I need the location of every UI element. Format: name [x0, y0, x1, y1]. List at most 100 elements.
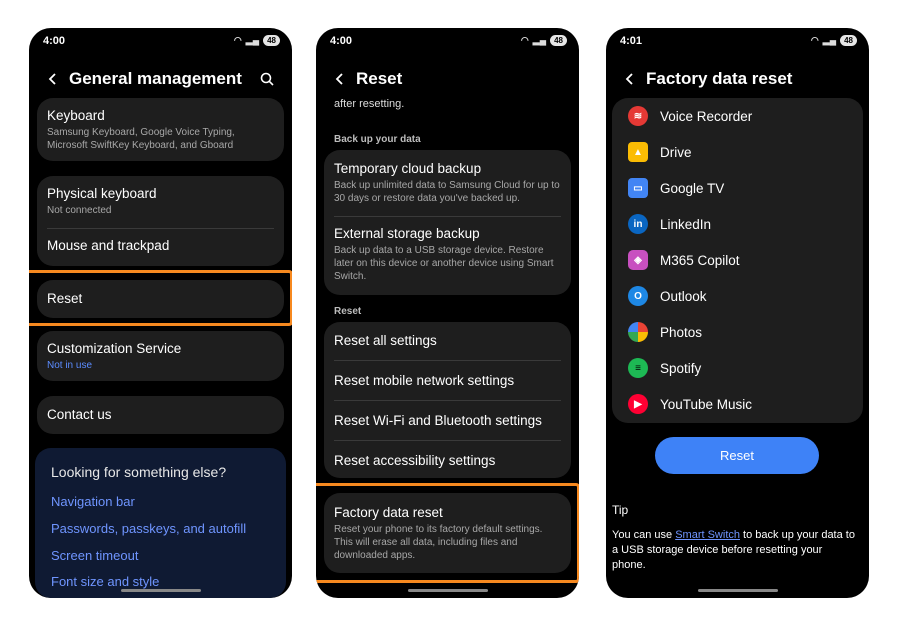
customization-subtitle: Not in use — [47, 360, 93, 371]
tip-text-before: You can use — [612, 529, 676, 541]
status-icons: ◠ ▂▄ 48 — [234, 35, 280, 46]
app-name: Spotify — [660, 360, 702, 376]
list-item: Photos — [628, 322, 702, 342]
divider — [334, 216, 561, 217]
search-icon[interactable] — [260, 72, 274, 86]
reset-wifi-bluetooth-label: Reset Wi-Fi and Bluetooth settings — [334, 413, 542, 428]
temp-backup-title: Temporary cloud backup — [334, 161, 482, 176]
reset-accessibility-item[interactable]: Reset accessibility settings — [334, 453, 561, 468]
mouse-trackpad-title: Mouse and trackpad — [47, 238, 170, 253]
app-name: Photos — [660, 324, 703, 340]
reset-all-settings-item[interactable]: Reset all settings — [334, 333, 561, 348]
reset-group: Reset all settings Reset mobile network … — [324, 322, 571, 478]
keyboard-subtitle: Samsung Keyboard, Google Voice Typing, M… — [47, 127, 235, 151]
app-name: Google TV — [660, 180, 725, 196]
backup-group: Temporary cloud backup Back up unlimited… — [324, 150, 571, 295]
phone-general-management: 4:00 ◠ ▂▄ 48 General management Keyboard… — [29, 28, 292, 598]
back-arrow-icon[interactable] — [334, 73, 346, 85]
keyboard-title: Keyboard — [47, 108, 105, 123]
youtube-music-icon: ▶ — [628, 394, 648, 414]
app-name: YouTube Music — [660, 396, 753, 412]
link-screen-timeout[interactable]: Screen timeout — [51, 548, 138, 563]
battery-icon: 48 — [550, 35, 567, 46]
wifi-icon: ◠ — [810, 35, 819, 45]
status-icons: ◠ ▂▄ 48 — [811, 35, 857, 46]
looking-title: Looking for something else? — [51, 464, 227, 480]
reset-all-settings-label: Reset all settings — [334, 333, 437, 348]
customization-service-item[interactable]: Customization Service Not in use — [37, 331, 284, 381]
reset-button[interactable]: Reset — [655, 437, 819, 474]
divider — [334, 440, 561, 441]
battery-icon: 48 — [840, 35, 857, 46]
ext-backup-title: External storage backup — [334, 226, 480, 241]
header: General management — [29, 66, 292, 92]
mouse-trackpad-item[interactable]: Mouse and trackpad — [47, 238, 274, 253]
physical-keyboard-subtitle: Not connected — [47, 205, 112, 216]
physical-keyboard-title: Physical keyboard — [47, 186, 157, 201]
contact-us-item[interactable]: Contact us — [37, 396, 284, 434]
physical-keyboard-item[interactable]: Physical keyboard Not connected — [47, 186, 274, 217]
voice-recorder-icon: ≋ — [628, 106, 648, 126]
temp-backup-subtitle: Back up unlimited data to Samsung Cloud … — [334, 180, 560, 204]
phone-reset: 4:00 ◠ ▂▄ 48 Reset after resetting. Back… — [316, 28, 579, 598]
app-name: Outlook — [660, 288, 707, 304]
smart-switch-link[interactable]: Smart Switch — [675, 529, 740, 541]
m365-copilot-icon: ◈ — [628, 250, 648, 270]
back-arrow-icon[interactable] — [47, 73, 59, 85]
page-title: Factory data reset — [646, 69, 793, 88]
signal-icon: ▂▄ — [822, 35, 837, 45]
back-arrow-icon[interactable] — [624, 73, 636, 85]
app-list: ≋ Voice Recorder ▲ Drive ▭ Google TV in … — [612, 98, 863, 423]
top-text: after resetting. — [334, 98, 405, 110]
reset-accessibility-label: Reset accessibility settings — [334, 453, 496, 468]
wifi-icon: ◠ — [520, 35, 529, 45]
customization-title: Customization Service — [47, 341, 182, 356]
reset-wifi-bluetooth-item[interactable]: Reset Wi-Fi and Bluetooth settings — [334, 413, 561, 428]
status-bar: 4:01 ◠ ▂▄ 48 — [606, 28, 869, 54]
home-indicator — [697, 589, 778, 592]
keyboard-item[interactable]: Keyboard Samsung Keyboard, Google Voice … — [37, 98, 284, 161]
link-font-size[interactable]: Font size and style — [51, 574, 159, 589]
app-name: LinkedIn — [660, 216, 712, 232]
contact-us-title: Contact us — [47, 407, 112, 422]
header: Factory data reset — [606, 66, 869, 92]
list-item: ≋ Voice Recorder — [628, 106, 752, 126]
keyboard-group: Physical keyboard Not connected Mouse an… — [37, 176, 284, 266]
list-item: ≡ Spotify — [628, 358, 701, 378]
ext-backup-subtitle: Back up data to a USB storage device. Re… — [334, 245, 554, 282]
section-backup: Back up your data — [334, 134, 421, 145]
factory-reset-highlight — [316, 483, 579, 583]
google-tv-icon: ▭ — [628, 178, 648, 198]
status-time: 4:00 — [43, 35, 66, 47]
divider — [334, 360, 561, 361]
status-bar: 4:00 ◠ ▂▄ 48 — [29, 28, 292, 54]
home-indicator — [120, 589, 201, 592]
section-reset: Reset — [334, 306, 362, 317]
signal-icon: ▂▄ — [245, 35, 260, 45]
temporary-cloud-backup-item[interactable]: Temporary cloud backup Back up unlimited… — [334, 161, 561, 205]
looking-for-something-else-card: Looking for something else? Navigation b… — [35, 448, 286, 598]
signal-icon: ▂▄ — [532, 35, 547, 45]
tip-label: Tip — [612, 503, 629, 517]
reset-highlight — [29, 270, 292, 326]
battery-icon: 48 — [263, 35, 280, 46]
home-indicator — [407, 589, 488, 592]
list-item: O Outlook — [628, 286, 707, 306]
app-name: Drive — [660, 144, 692, 160]
list-item: ▲ Drive — [628, 142, 692, 162]
status-time: 4:01 — [620, 35, 643, 47]
link-navigation-bar[interactable]: Navigation bar — [51, 494, 135, 509]
page-title: Reset — [356, 69, 403, 88]
external-storage-backup-item[interactable]: External storage backup Back up data to … — [334, 226, 561, 283]
tip-text: You can use Smart Switch to back up your… — [612, 528, 859, 573]
link-passwords[interactable]: Passwords, passkeys, and autofill — [51, 521, 246, 536]
drive-icon: ▲ — [628, 142, 648, 162]
photos-icon — [628, 322, 648, 342]
header: Reset — [316, 66, 579, 92]
reset-mobile-network-label: Reset mobile network settings — [334, 373, 515, 388]
wifi-icon: ◠ — [233, 35, 242, 45]
phone-factory-data-reset: 4:01 ◠ ▂▄ 48 Factory data reset ≋ Voice … — [606, 28, 869, 598]
linkedin-icon: in — [628, 214, 648, 234]
outlook-icon: O — [628, 286, 648, 306]
reset-mobile-network-item[interactable]: Reset mobile network settings — [334, 373, 561, 388]
